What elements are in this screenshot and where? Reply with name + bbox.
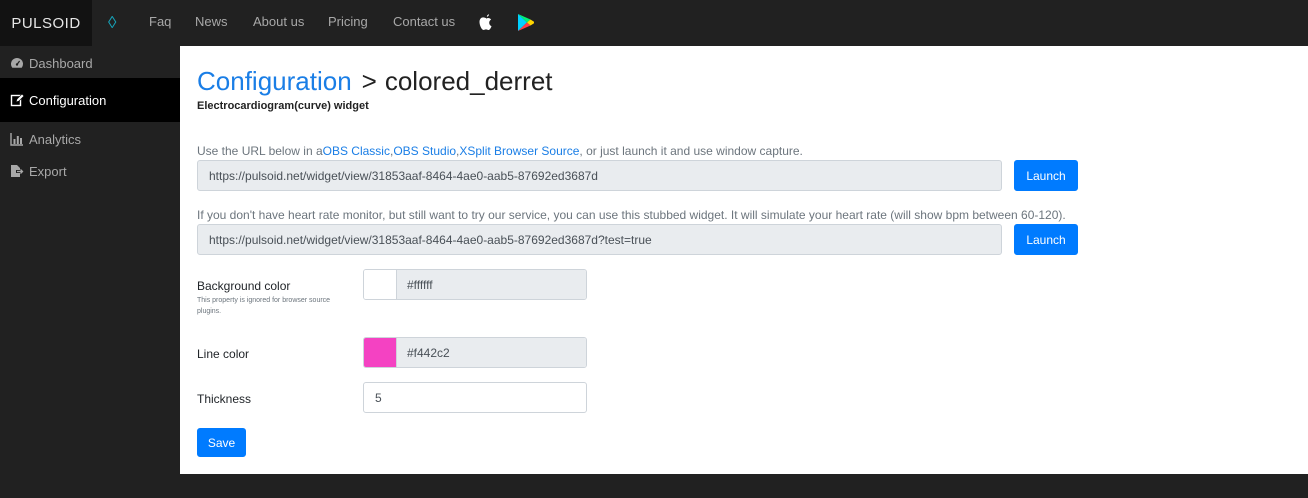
breadcrumb-separator: > <box>361 66 377 96</box>
line-color-label: Line color <box>197 347 250 361</box>
line-color-picker[interactable]: #f442c2 <box>363 337 587 368</box>
nav-link-pricing[interactable]: Pricing <box>328 14 368 30</box>
nav-link-about-us[interactable]: About us <box>253 14 304 30</box>
export-icon <box>11 165 24 177</box>
sidebar-item-configuration[interactable]: Configuration <box>0 78 180 122</box>
google-play-icon[interactable] <box>517 13 535 32</box>
obs-classic-link[interactable]: OBS Classic <box>323 144 390 158</box>
edit-icon <box>10 93 24 107</box>
test-widget-url-field[interactable]: https://pulsoid.net/widget/view/31853aaf… <box>197 224 1002 255</box>
background-color-note: This property is ignored for browser sou… <box>197 297 331 315</box>
widget-name: colored_derret <box>384 66 553 96</box>
sidebar-item-export[interactable]: Export <box>0 154 180 188</box>
sidebar-item-analytics[interactable]: Analytics <box>0 122 180 156</box>
line-color-swatch[interactable] <box>364 338 397 367</box>
diamond-icon[interactable]: ◊ <box>108 13 116 33</box>
sidebar-item-label: Analytics <box>29 131 82 147</box>
save-button[interactable]: Save <box>197 428 246 457</box>
widget-url-field[interactable]: https://pulsoid.net/widget/view/31853aaf… <box>197 160 1002 191</box>
background-color-label: Background color <box>197 279 291 293</box>
sidebar: Dashboard Configuration Analytics Export <box>0 46 180 498</box>
test-help-text: If you don't have heart rate monitor, bu… <box>197 208 1066 222</box>
page-title: Configuration > colored_derret <box>197 65 553 97</box>
background-color-picker[interactable]: #ffffff <box>363 269 587 300</box>
sidebar-item-label: Configuration <box>29 92 107 108</box>
widget-type-subtitle: Electrocardiogram(curve) widget <box>197 100 369 112</box>
nav-link-contact-us[interactable]: Contact us <box>393 14 455 30</box>
launch-button[interactable]: Launch <box>1014 160 1078 191</box>
help-prefix: Use the URL below in a <box>197 144 323 158</box>
bar-chart-icon <box>10 133 23 146</box>
thickness-input[interactable]: 5 <box>363 382 587 413</box>
breadcrumb-configuration[interactable]: Configuration <box>197 66 352 96</box>
thickness-label: Thickness <box>197 392 252 406</box>
launch-test-button[interactable]: Launch <box>1014 224 1078 255</box>
nav-link-news[interactable]: News <box>195 14 228 30</box>
help-suffix: , or just launch it and use window captu… <box>579 144 803 158</box>
nav-link-faq[interactable]: Faq <box>149 14 171 30</box>
sidebar-item-label: Export <box>29 163 67 179</box>
apple-icon[interactable] <box>478 13 494 32</box>
main-content: Configuration > colored_derret Electrocard… <box>180 46 1308 474</box>
sidebar-item-label: Dashboard <box>29 55 93 71</box>
obs-studio-link[interactable]: OBS Studio <box>393 144 456 158</box>
url-help-text: Use the URL below in aOBS Classic,OBS St… <box>197 144 803 158</box>
dashboard-gauge-icon <box>11 58 23 68</box>
background-color-swatch[interactable] <box>364 270 397 299</box>
xsplit-link[interactable]: XSplit Browser Source <box>459 144 579 158</box>
brand-logo[interactable]: PULSOID <box>0 0 92 46</box>
background-color-value: #ffffff <box>397 270 586 299</box>
line-color-value: #f442c2 <box>397 338 586 367</box>
sidebar-item-dashboard[interactable]: Dashboard <box>0 46 180 80</box>
top-navbar: PULSOID ◊ Faq News About us Pricing Cont… <box>0 0 1308 46</box>
